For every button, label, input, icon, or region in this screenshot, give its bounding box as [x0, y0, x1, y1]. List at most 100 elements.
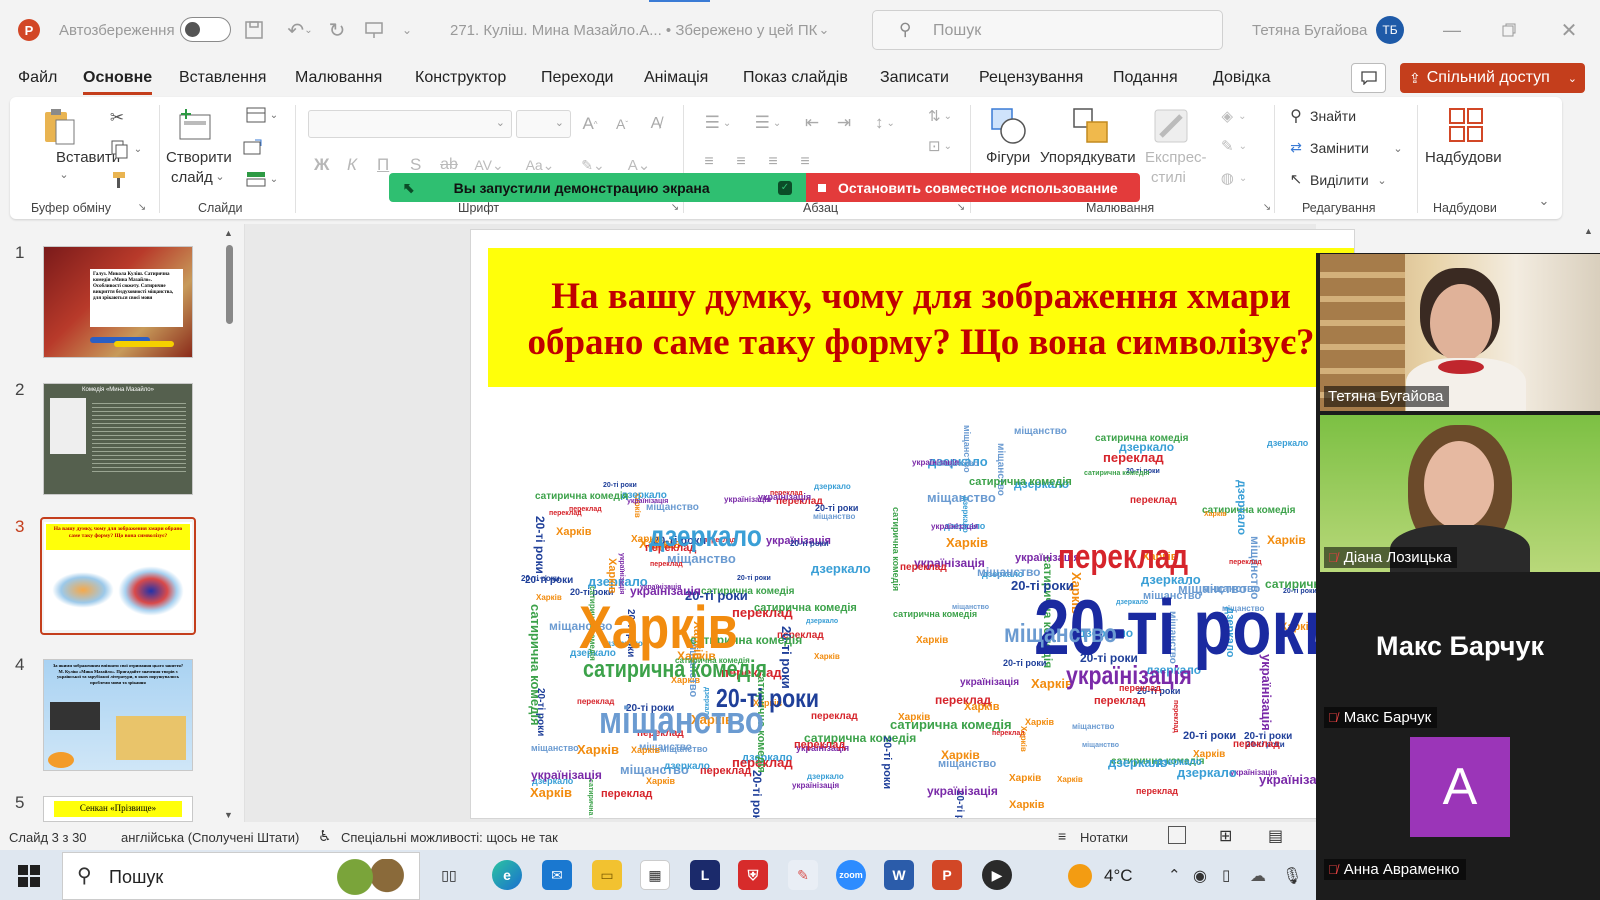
align-left-icon[interactable]: ≡	[698, 152, 720, 172]
numbering-icon[interactable]: ☰ ⌄	[748, 112, 788, 134]
cut-icon[interactable]: ✂	[106, 107, 128, 129]
security-app-icon[interactable]: ⛨	[738, 860, 768, 890]
microphone-icon[interactable]: 🎙	[1282, 866, 1302, 886]
participant-tile-2[interactable]: 🎙̸ Діана Лозицька	[1320, 415, 1600, 572]
quick-styles-icon[interactable]	[1150, 105, 1192, 147]
tab-view[interactable]: Подання	[1113, 69, 1178, 87]
word-cloud-left[interactable]: сатирична комедія Харків Харків 20-ті роки Х…	[521, 480, 916, 818]
autosave-toggle[interactable]	[180, 17, 231, 42]
customize-toolbar-icon[interactable]: ⌄	[400, 20, 414, 40]
slide-canvas[interactable]: На вашу думку, чому для зображення хмари…	[471, 230, 1354, 818]
align-right-icon[interactable]: ≡	[762, 152, 784, 172]
language-indicator[interactable]: англійська (Сполучені Штати)	[121, 830, 299, 845]
close-icon[interactable]: ✕	[1557, 18, 1581, 42]
redo-icon[interactable]: ↻	[325, 18, 349, 42]
notes-icon[interactable]: ≡	[1058, 828, 1066, 844]
bullets-icon[interactable]: ☰ ⌄	[698, 112, 738, 134]
ribbon-collapse-icon[interactable]: ⌄	[1536, 193, 1552, 209]
arrange-icon[interactable]	[1070, 105, 1112, 147]
tab-slideshow[interactable]: Показ слайдів	[743, 69, 848, 87]
word-icon[interactable]: W	[884, 860, 914, 890]
restore-icon[interactable]	[1497, 18, 1521, 42]
comments-button[interactable]	[1351, 63, 1386, 93]
store-icon[interactable]: ▦	[640, 860, 670, 890]
clipboard-launcher-icon[interactable]: ↘	[136, 201, 148, 213]
arrange-label[interactable]: Упорядкувати	[1040, 149, 1136, 166]
addins-label[interactable]: Надбудови	[1425, 149, 1502, 166]
reading-view-icon[interactable]: ▤	[1268, 826, 1283, 846]
mail-icon[interactable]: ✉	[542, 860, 572, 890]
tab-file[interactable]: Файл	[18, 69, 57, 87]
tray-chevron-icon[interactable]: ⌃	[1168, 866, 1181, 884]
normal-view-icon[interactable]	[1168, 826, 1186, 844]
quick-styles-label-1[interactable]: Експрес-	[1145, 149, 1207, 166]
char-spacing-icon[interactable]: AV⌄	[472, 155, 506, 175]
decrease-indent-icon[interactable]: ⇤	[800, 112, 824, 134]
temperature-label[interactable]: 4°C	[1104, 866, 1133, 886]
layout-icon[interactable]: ⌄	[242, 105, 282, 125]
section-icon[interactable]: ⌄	[242, 169, 282, 189]
task-view-icon[interactable]: ▯▯	[434, 860, 464, 890]
word-cloud-right[interactable]: міщанство міщанство переклад міщанство сатир…	[881, 420, 1354, 818]
presentation-icon[interactable]	[362, 18, 386, 42]
change-case-icon[interactable]: Aa⌄	[522, 155, 558, 175]
strikethrough-icon[interactable]: ab	[438, 155, 460, 175]
italic-button[interactable]: К	[347, 155, 357, 175]
clear-format-icon[interactable]: A̸	[644, 112, 668, 136]
notes-button[interactable]: Нотатки	[1080, 830, 1128, 845]
font-launcher-icon[interactable]: ↘	[669, 201, 681, 213]
slide-title[interactable]: На вашу думку, чому для зображення хмари…	[488, 274, 1354, 366]
line-spacing-icon[interactable]: ↕ ⌄	[865, 112, 905, 134]
select-label[interactable]: Виділити	[1310, 172, 1369, 188]
justify-icon[interactable]: ≡	[794, 152, 816, 172]
zoom-icon[interactable]: zoom	[836, 860, 866, 890]
font-size-select[interactable]: ⌄	[516, 110, 571, 138]
windows-start-icon[interactable]	[18, 865, 40, 887]
shape-fill-icon[interactable]: ◈ ⌄	[1214, 105, 1254, 127]
replace-icon[interactable]: ⇄	[1286, 137, 1306, 157]
slide-thumbnail-1[interactable]: Галуз. Микола Куліш. Сатирична комедія «…	[44, 247, 192, 357]
editor-scrollbar-up-icon[interactable]: ▲	[1584, 226, 1593, 236]
font-color-icon[interactable]: A⌄	[622, 155, 656, 175]
stop-sharing-button[interactable]: Остановить совместное использование	[806, 173, 1140, 202]
powerpoint-taskbar-icon[interactable]: P	[932, 860, 962, 890]
new-slide-label-1[interactable]: Створити	[166, 149, 232, 166]
find-label[interactable]: Знайти	[1310, 108, 1356, 124]
select-icon[interactable]: ↖	[1286, 169, 1306, 189]
slide-thumbnail-2[interactable]: Комедія «Мина Мазайло»	[44, 384, 192, 494]
drawing-launcher-icon[interactable]: ↘	[1261, 201, 1273, 213]
scroll-up-icon[interactable]: ▲	[224, 228, 233, 238]
underline-button[interactable]: П	[377, 155, 389, 175]
search-box[interactable]: ⚲ Пошук	[872, 10, 1223, 50]
copy-icon[interactable]: ⌄	[106, 138, 146, 160]
participant-tile-3[interactable]: Макс Барчук 🎙̸ Макс Барчук	[1320, 575, 1600, 732]
slide-thumbnail-4[interactable]: За якими зображенням впізнати свої отрим…	[44, 660, 192, 770]
tab-design[interactable]: Конструктор	[415, 69, 506, 87]
weather-icon[interactable]	[1068, 864, 1092, 888]
undo-icon[interactable]: ↶ ⌄	[280, 18, 320, 42]
grow-font-icon[interactable]: A ^	[578, 112, 602, 136]
title-chevron-icon[interactable]: ⌄	[817, 20, 831, 40]
align-text-icon[interactable]: ⊡ ⌄	[920, 135, 960, 157]
participant-tile-1[interactable]: Тетяна Бугайова	[1320, 254, 1600, 411]
app-l-icon[interactable]: L	[690, 860, 720, 890]
accessibility-status[interactable]: Спеціальні можливості: щось не так	[341, 830, 558, 845]
slide-thumbnail-5[interactable]: Сенкан «Прізвище»	[44, 797, 192, 821]
format-painter-icon[interactable]	[106, 169, 128, 191]
shape-outline-icon[interactable]: ✎ ⌄	[1214, 135, 1254, 157]
tab-record[interactable]: Записати	[880, 69, 949, 87]
select-chevron-icon[interactable]: ⌄	[1376, 172, 1388, 188]
new-slide-chevron-icon[interactable]: ⌄	[214, 169, 226, 183]
accessibility-icon[interactable]: ♿	[318, 827, 331, 845]
tab-review[interactable]: Рецензування	[979, 69, 1083, 87]
text-direction-icon[interactable]: ⇅ ⌄	[920, 105, 960, 127]
save-icon[interactable]	[242, 18, 266, 42]
shapes-label[interactable]: Фігури	[986, 149, 1030, 166]
slide-sorter-icon[interactable]: ⊞	[1219, 826, 1232, 846]
shape-effects-icon[interactable]: ◍ ⌄	[1214, 167, 1254, 189]
reset-slide-icon[interactable]	[242, 137, 264, 157]
increase-indent-icon[interactable]: ⇥	[832, 112, 856, 134]
paint-app-icon[interactable]: ✎	[788, 860, 818, 890]
align-center-icon[interactable]: ≡	[730, 152, 752, 172]
paragraph-launcher-icon[interactable]: ↘	[955, 201, 967, 213]
